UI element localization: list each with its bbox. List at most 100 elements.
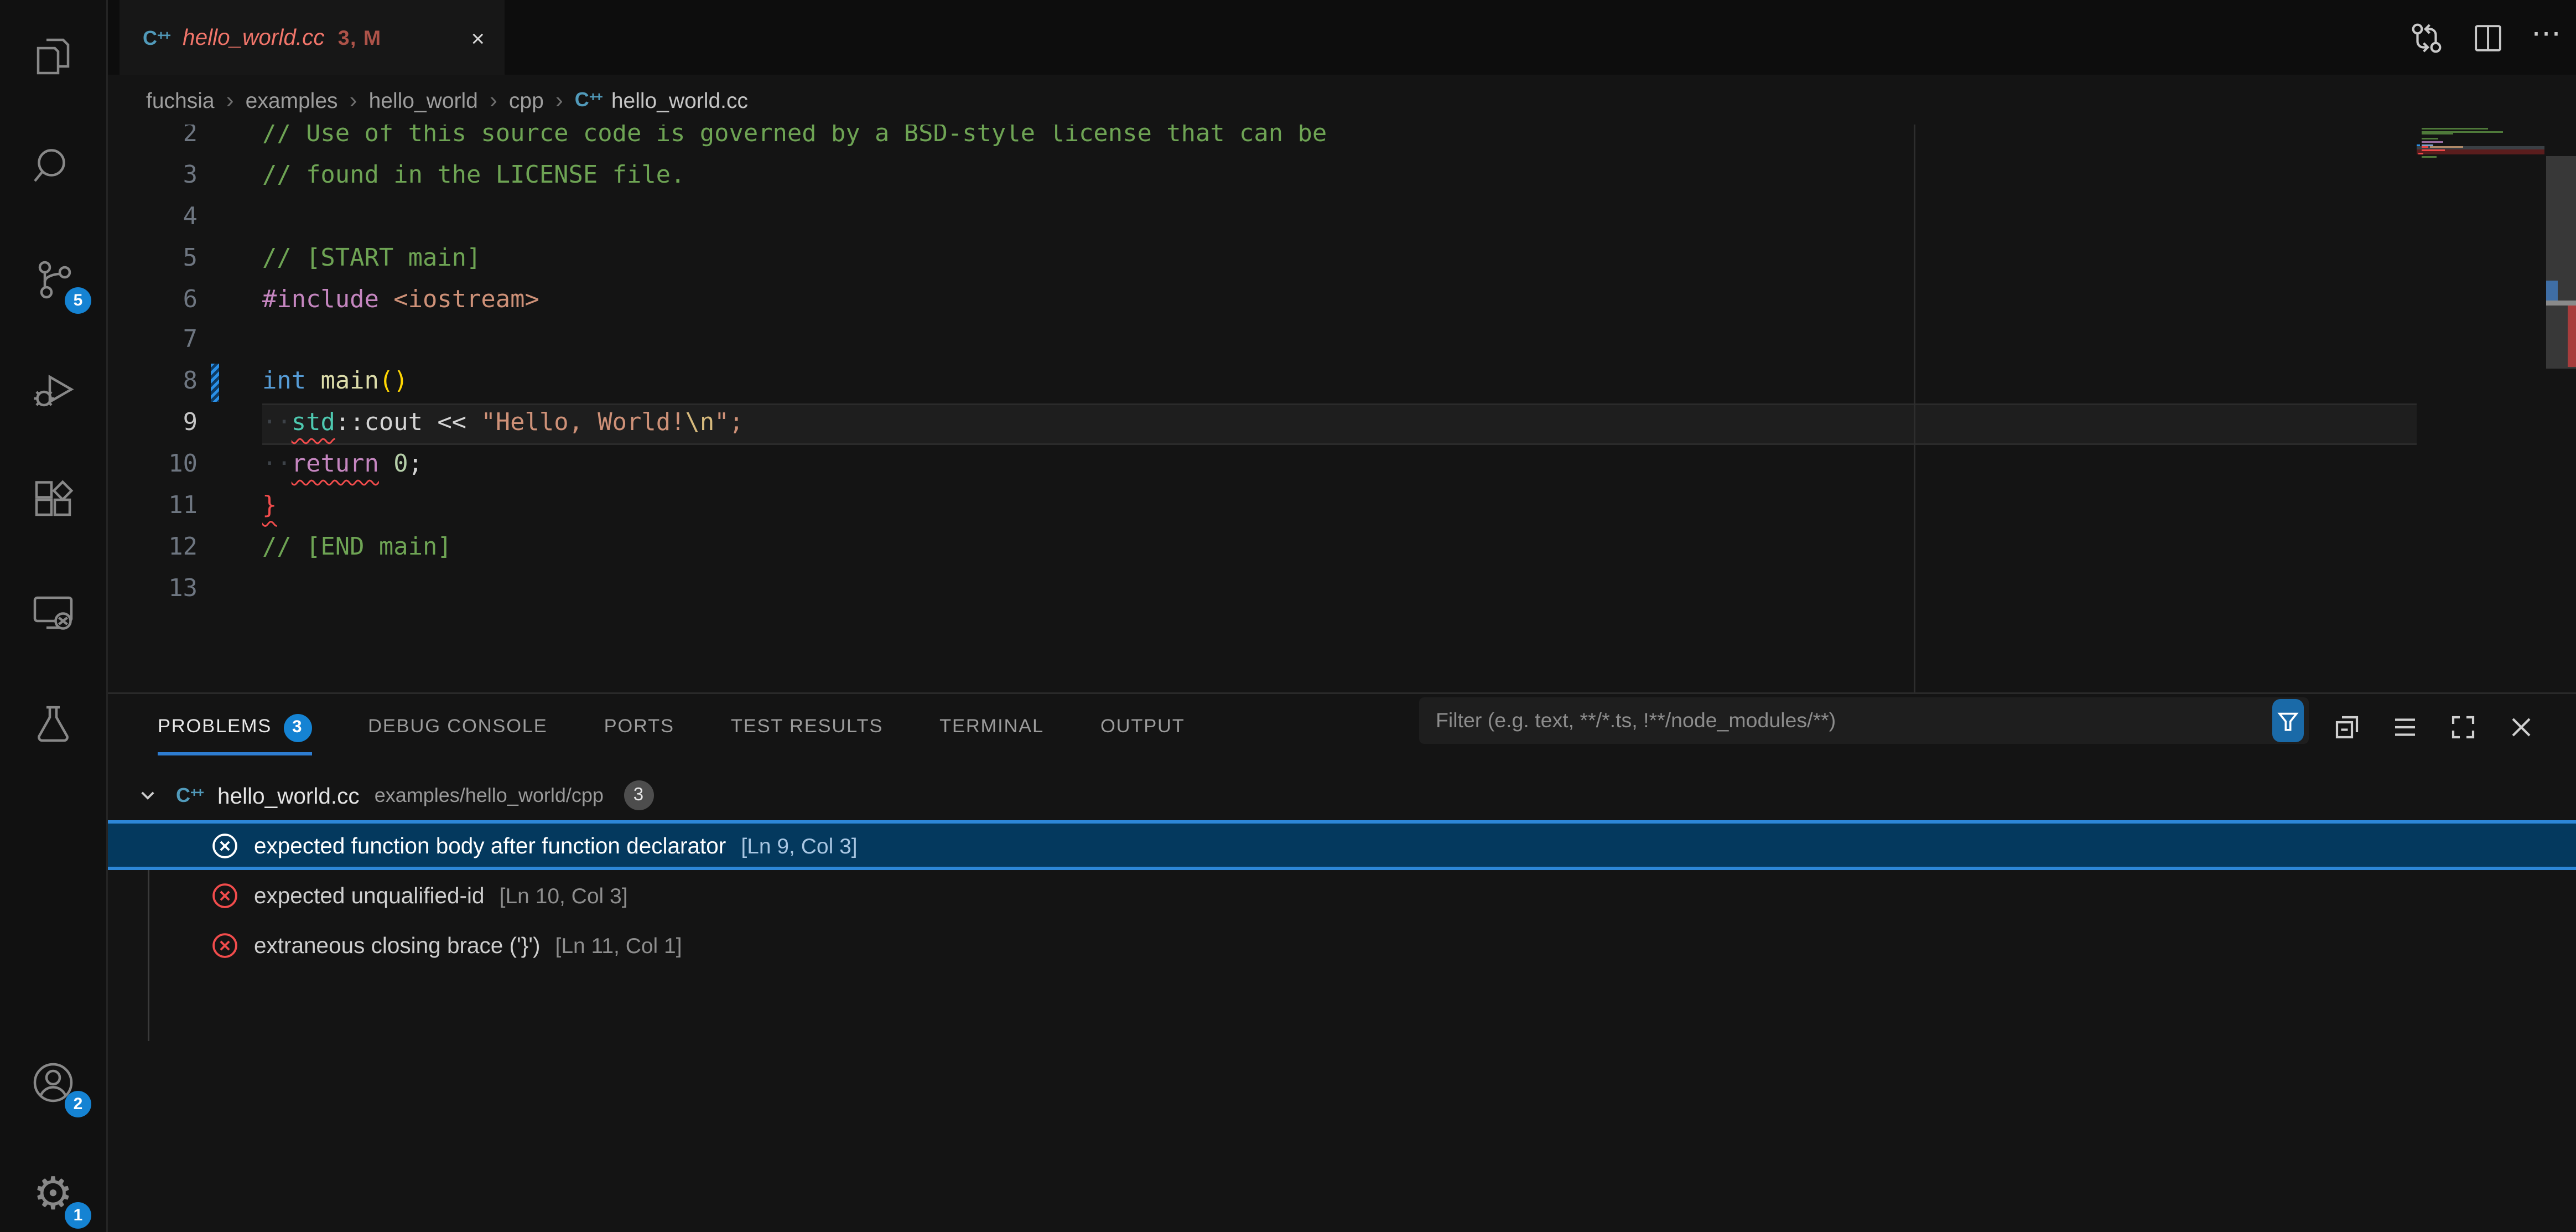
files-icon — [30, 33, 76, 80]
open-changes-icon[interactable] — [2408, 19, 2445, 56]
tab-bar: C++ hello_world.cc 3, M × ⋯ — [108, 0, 2576, 75]
code-line[interactable]: 11 } — [108, 486, 2576, 528]
tab-problems[interactable]: PROBLEMS 3 — [158, 694, 311, 760]
code-line[interactable]: 12 // [END main] — [108, 528, 2576, 570]
tab-label: TERMINAL — [939, 717, 1044, 737]
code-line[interactable]: 10 ··return 0; — [108, 445, 2576, 486]
tab-terminal[interactable]: TERMINAL — [939, 694, 1044, 760]
breadcrumb-item[interactable]: hello_world.cc — [611, 87, 748, 112]
tab-label: DEBUG CONSOLE — [368, 717, 547, 737]
tab-test-results[interactable]: TEST RESULTS — [731, 694, 883, 760]
overview-ruler[interactable] — [2546, 125, 2576, 692]
code-line[interactable]: 4 — [108, 197, 2576, 239]
code-line[interactable]: 6 #include <iostream> — [108, 280, 2576, 322]
activity-accounts[interactable]: 2 — [0, 1039, 106, 1126]
tab-ports[interactable]: PORTS — [604, 694, 674, 760]
code-lines: 2 // Use of this source code is governed… — [108, 125, 2576, 610]
accounts-badge: 2 — [65, 1091, 91, 1117]
problem-message: expected function body after function de… — [254, 833, 726, 858]
tab-label: PORTS — [604, 717, 674, 737]
problems-filter — [1419, 697, 2309, 744]
settings-badge: 1 — [65, 1202, 91, 1229]
collapse-all-icon[interactable] — [2332, 712, 2362, 742]
problem-message: extraneous closing brace ('}') — [254, 933, 541, 957]
chevron-right-icon: › — [226, 86, 234, 113]
tab-error-modified-badge: 3, M — [338, 26, 382, 49]
minimap[interactable] — [2417, 125, 2544, 692]
vscode-window: 5 — [0, 0, 2576, 1232]
file-path: examples/hello_world/cpp — [375, 784, 604, 807]
problems-tree: C++ hello_world.cc examples/hello_world/… — [108, 760, 2576, 1232]
filter-funnel-icon — [2277, 710, 2299, 732]
code-editor[interactable]: 2 // Use of this source code is governed… — [108, 125, 2576, 692]
activity-run-debug[interactable] — [0, 347, 106, 433]
cpp-file-icon: C++ — [143, 28, 169, 48]
problem-location: [Ln 10, Col 3] — [500, 883, 628, 908]
breadcrumb-item[interactable]: cpp — [509, 87, 544, 112]
line-number: 3 — [108, 156, 198, 198]
close-panel-icon[interactable] — [2506, 712, 2536, 742]
activity-extensions[interactable] — [0, 458, 106, 545]
overview-error-marker — [2568, 305, 2576, 367]
tab-label: OUTPUT — [1100, 717, 1185, 737]
chevron-down-icon[interactable] — [134, 785, 161, 805]
problems-count-badge: 3 — [283, 713, 311, 742]
minimap-line — [2418, 152, 2423, 154]
minimap-line — [2422, 131, 2503, 132]
code-line[interactable]: 5 // [START main] — [108, 239, 2576, 280]
error-icon — [211, 931, 239, 959]
line-number: 8 — [108, 363, 198, 404]
code-line[interactable]: 2 // Use of this source code is governed… — [108, 125, 2576, 156]
problem-row[interactable]: extraneous closing brace ('}') [Ln 11, C… — [108, 920, 2576, 970]
maximize-panel-icon[interactable] — [2448, 712, 2478, 742]
problem-row-selected[interactable]: expected function body after function de… — [108, 820, 2576, 870]
split-editor-icon[interactable] — [2471, 21, 2505, 54]
run-debug-icon — [30, 367, 76, 413]
editor-group: C++ hello_world.cc 3, M × ⋯ fuchsia › — [108, 0, 2576, 1232]
activity-search[interactable] — [0, 123, 106, 209]
activity-settings[interactable]: ⚙ 1 — [0, 1151, 106, 1232]
error-icon — [211, 831, 239, 860]
tab-hello-world-cc[interactable]: C++ hello_world.cc 3, M × — [120, 0, 505, 75]
problems-panel: PROBLEMS 3 DEBUG CONSOLE PORTS TEST RESU… — [108, 692, 2576, 1232]
minimap-line — [2422, 147, 2428, 148]
more-actions-icon[interactable]: ⋯ — [2531, 18, 2563, 58]
filter-input[interactable] — [1419, 697, 2309, 744]
code-line[interactable]: 7 — [108, 321, 2576, 363]
code-line[interactable]: 8 int main() — [108, 363, 2576, 404]
breadcrumb-item[interactable]: examples — [246, 87, 338, 112]
line-number: 10 — [108, 445, 198, 486]
code-line[interactable]: 13 — [108, 569, 2576, 610]
view-as-table-icon[interactable] — [2390, 712, 2420, 742]
minimap-line — [2422, 149, 2445, 151]
activity-testing[interactable] — [0, 681, 106, 767]
activity-remote-explorer[interactable] — [0, 570, 106, 656]
tab-label: TEST RESULTS — [731, 717, 883, 737]
tab-debug-console[interactable]: DEBUG CONSOLE — [368, 694, 547, 760]
code-line-current[interactable]: 9 ··std::cout << "Hello, World!\n"; — [108, 404, 2576, 446]
line-number: 2 — [108, 125, 198, 156]
cpp-file-icon: C++ — [176, 785, 202, 805]
line-number: 11 — [108, 486, 198, 528]
problems-file-group[interactable]: C++ hello_world.cc examples/hello_world/… — [108, 770, 2576, 820]
problem-location: [Ln 9, Col 3] — [741, 833, 857, 858]
tab-output[interactable]: OUTPUT — [1100, 694, 1185, 760]
line-number: 7 — [108, 321, 198, 363]
activity-explorer[interactable] — [0, 13, 106, 100]
filter-button[interactable] — [2272, 699, 2304, 742]
line-number: 6 — [108, 280, 198, 322]
tab-close-icon[interactable]: × — [468, 23, 488, 53]
extensions-icon — [30, 478, 76, 525]
breadcrumb-item[interactable]: hello_world — [369, 87, 478, 112]
code-line[interactable]: 3 // found in the LICENSE file. — [108, 156, 2576, 198]
column-ruler — [1914, 125, 1915, 692]
remote-explorer-icon — [30, 589, 76, 636]
tab-title: hello_world.cc — [183, 25, 325, 50]
problem-message: expected unqualified-id — [254, 883, 485, 908]
tab-label: PROBLEMS — [158, 717, 272, 737]
activity-source-control[interactable]: 5 — [0, 236, 106, 322]
chevron-right-icon: › — [350, 86, 357, 113]
breadcrumb: fuchsia › examples › hello_world › cpp ›… — [108, 75, 2576, 125]
problem-row[interactable]: expected unqualified-id [Ln 10, Col 3] — [108, 870, 2576, 920]
breadcrumb-item[interactable]: fuchsia — [146, 87, 215, 112]
